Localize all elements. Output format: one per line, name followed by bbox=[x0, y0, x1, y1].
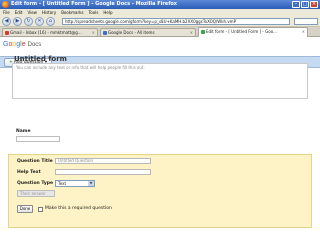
tab-label: Google Docs - All items bbox=[108, 30, 155, 35]
window-titlebar: Edit form - [ Untitled Form ] - Google D… bbox=[0, 0, 320, 9]
answer-preview: Their answer bbox=[17, 190, 55, 197]
docs-icon bbox=[103, 31, 107, 35]
required-checkbox[interactable] bbox=[38, 207, 43, 212]
back-button[interactable]: ◀ bbox=[2, 17, 11, 26]
stop-button[interactable]: ✕ bbox=[35, 17, 44, 26]
tab-docs-all-items[interactable]: Google Docs - All items × bbox=[100, 28, 196, 36]
close-tab-icon[interactable]: × bbox=[92, 29, 95, 36]
menu-help[interactable]: Help bbox=[103, 9, 112, 16]
question-type-label: Question Type bbox=[17, 181, 54, 186]
gmail-icon bbox=[5, 31, 9, 35]
question-type-value: Text bbox=[58, 181, 67, 186]
search-input[interactable] bbox=[294, 18, 318, 25]
window-controls: – □ × bbox=[292, 1, 318, 8]
menu-view[interactable]: View bbox=[27, 9, 37, 16]
chevron-down-icon: ▼ bbox=[88, 181, 94, 186]
tab-label: Edit form - [ Untitled Form ] - Goo... bbox=[206, 29, 277, 34]
navigation-bar: ◀ ▶ ↻ ✕ ⌂ http://spreadsheets.google.com… bbox=[0, 16, 320, 27]
form-title[interactable]: Untitled form bbox=[14, 55, 67, 63]
menu-bar: File Edit View History Bookmarks Tools H… bbox=[0, 9, 320, 16]
menu-edit[interactable]: Edit bbox=[15, 9, 23, 16]
name-field-input bbox=[16, 136, 60, 142]
menu-bookmarks[interactable]: Bookmarks bbox=[61, 9, 83, 16]
firefox-icon bbox=[2, 1, 9, 8]
tab-bar: Gmail - Inbox (16) - mmktmatt@g... × Goo… bbox=[0, 27, 320, 37]
google-docs-logo[interactable]: Google Docs bbox=[3, 41, 41, 48]
close-tab-icon[interactable]: × bbox=[302, 28, 305, 35]
question-type-select[interactable]: Text ▼ bbox=[55, 180, 95, 187]
reload-button[interactable]: ↻ bbox=[24, 17, 33, 26]
close-button[interactable]: × bbox=[310, 1, 318, 8]
minimize-button[interactable]: – bbox=[292, 1, 300, 8]
menu-tools[interactable]: Tools bbox=[89, 9, 99, 16]
question-title-label: Question Title bbox=[17, 159, 53, 164]
tab-edit-form[interactable]: Edit form - [ Untitled Form ] - Goo... × bbox=[198, 27, 308, 37]
home-button[interactable]: ⌂ bbox=[46, 17, 55, 26]
required-question-label: Make this a required question bbox=[45, 206, 112, 211]
name-field-label: Name bbox=[16, 129, 31, 134]
menu-history[interactable]: History bbox=[42, 9, 56, 16]
close-tab-icon[interactable]: × bbox=[190, 29, 193, 36]
tab-gmail[interactable]: Gmail - Inbox (16) - mmktmatt@g... × bbox=[2, 28, 98, 36]
help-text-input[interactable] bbox=[55, 169, 151, 175]
help-text-label: Help Text bbox=[17, 170, 41, 175]
done-button[interactable]: Done bbox=[17, 205, 33, 213]
address-bar[interactable]: http://spreadsheets.google.com/gform?key… bbox=[62, 18, 290, 25]
question-title-input[interactable]: Untitled Question bbox=[55, 158, 151, 164]
tab-label: Gmail - Inbox (16) - mmktmatt@g... bbox=[10, 30, 82, 35]
menu-file[interactable]: File bbox=[3, 9, 10, 16]
docs-icon bbox=[201, 30, 205, 34]
maximize-button[interactable]: □ bbox=[301, 1, 309, 8]
form-description[interactable]: You can include any text or info that wi… bbox=[12, 63, 308, 99]
forward-button[interactable]: ▶ bbox=[13, 17, 22, 26]
window-title: Edit form - [ Untitled Form ] - Google D… bbox=[11, 1, 178, 7]
question-editor-panel: Question Title Untitled Question Help Te… bbox=[8, 154, 312, 228]
page-content: GoogleDocs +Add question ▾ Untitled form… bbox=[0, 37, 320, 241]
